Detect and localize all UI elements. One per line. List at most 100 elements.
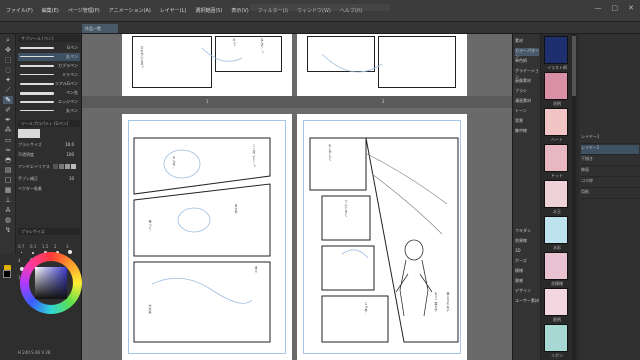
- material-category[interactable]: デザイン: [515, 288, 539, 296]
- brush-tool-icon[interactable]: ✒: [3, 116, 13, 124]
- saturation-value-square[interactable]: [35, 267, 67, 299]
- prop-value[interactable]: 10.0: [65, 142, 74, 147]
- layer-row[interactable]: 線画: [581, 167, 639, 177]
- menu-edit[interactable]: 編集(E): [42, 7, 59, 14]
- size-label[interactable]: 2: [54, 244, 57, 249]
- fill-tool-icon[interactable]: ◓: [3, 156, 13, 164]
- dialogue-text[interactable]: えっ？: [232, 38, 236, 64]
- panel[interactable]: [133, 183, 271, 257]
- wand-tool-icon[interactable]: ✦: [3, 76, 13, 84]
- dialogue-text[interactable]: 信じられない: [446, 292, 450, 340]
- blend-tool-icon[interactable]: ≈: [3, 146, 13, 154]
- menu-animation[interactable]: アニメーション(A): [109, 7, 151, 14]
- dialogue-text[interactable]: 大丈夫: [148, 304, 152, 340]
- brush-round-pen-2[interactable]: 丸ペン: [18, 107, 80, 115]
- material-category[interactable]: 効果線: [515, 238, 539, 246]
- prop-value[interactable]: 100: [66, 152, 74, 157]
- balloon-tool-icon[interactable]: ◍: [3, 216, 13, 224]
- size-dot[interactable]: [68, 250, 72, 254]
- panel[interactable]: [133, 137, 271, 195]
- menu-layer[interactable]: レイヤー(L): [160, 7, 187, 14]
- material-category[interactable]: 漫画素材: [515, 98, 539, 106]
- size-label[interactable]: 0.1: [30, 244, 36, 249]
- line-correction-tool-icon[interactable]: ↯: [3, 226, 13, 234]
- lasso-tool-icon[interactable]: ◌: [3, 66, 13, 74]
- pen-tool-icon[interactable]: ✎: [3, 96, 13, 104]
- size-dot[interactable]: [21, 252, 22, 253]
- size-label[interactable]: 0.7: [18, 244, 24, 249]
- text-tool-icon[interactable]: A: [3, 206, 13, 214]
- brush-real-gpen[interactable]: リアルGペン: [18, 80, 80, 88]
- material-thumbnail[interactable]: [544, 288, 568, 316]
- layer-row[interactable]: レイヤー2: [581, 145, 639, 155]
- brush-tip[interactable]: ペン先: [18, 89, 80, 97]
- zoom-tool-icon[interactable]: ⌕: [3, 36, 13, 44]
- material-category[interactable]: 質感: [515, 278, 539, 286]
- ruler-tool-icon[interactable]: ⟂: [3, 196, 13, 204]
- close-icon[interactable]: ✕: [628, 4, 634, 12]
- material-thumbnail[interactable]: [544, 36, 568, 64]
- menu-file[interactable]: ファイル(F): [6, 7, 33, 14]
- material-category[interactable]: トーン: [515, 108, 539, 116]
- material-thumbnail[interactable]: [544, 108, 568, 136]
- size-dot[interactable]: [32, 252, 34, 254]
- brush-maru-pen[interactable]: 丸ペン: [18, 53, 80, 61]
- material-category[interactable]: 集中線: [515, 128, 539, 136]
- foreground-color-swatch[interactable]: [3, 270, 11, 278]
- dialogue-text[interactable]: ほら: [254, 266, 258, 286]
- pencil-tool-icon[interactable]: ✐: [3, 106, 13, 114]
- brush-milli-pen[interactable]: ミリペン: [18, 71, 80, 79]
- brush-edge-pen[interactable]: エッジペン: [18, 98, 80, 106]
- material-thumbnail[interactable]: [544, 180, 568, 208]
- scrollbar-thumb[interactable]: [572, 36, 576, 96]
- dialogue-text[interactable]: じゃあ…: [364, 302, 368, 332]
- canvas-area[interactable]: 1 2 えっ？ なんで…？ だれかいるの？ そんな… ここは どこ…？ まさか …: [82, 34, 512, 360]
- dialogue-text[interactable]: ついてきて: [344, 200, 348, 230]
- gradient-tool-icon[interactable]: ▤: [3, 166, 13, 174]
- dialogue-text[interactable]: そんな…: [172, 156, 176, 192]
- material-thumbnail[interactable]: [544, 324, 568, 352]
- material-category[interactable]: グラデーション: [515, 68, 539, 79]
- material-thumbnail[interactable]: [544, 252, 568, 280]
- maximize-icon[interactable]: ▢: [612, 4, 619, 12]
- airbrush-tool-icon[interactable]: ⁂: [3, 126, 13, 134]
- thumbnail-scrollbar[interactable]: [572, 34, 576, 360]
- menu-view[interactable]: 表示(V): [231, 7, 248, 14]
- material-category[interactable]: フキダシ: [515, 228, 539, 236]
- material-category[interactable]: 3D: [515, 248, 539, 256]
- material-category[interactable]: 画像素材: [515, 78, 539, 86]
- material-category[interactable]: 素材: [515, 38, 539, 46]
- menu-selection[interactable]: 選択範囲(S): [195, 7, 222, 14]
- panel[interactable]: [321, 295, 389, 343]
- prop-opacity[interactable]: 不透明度 100: [18, 152, 80, 160]
- size-label[interactable]: 1.5: [42, 244, 48, 249]
- dialogue-text[interactable]: だれかいるの？: [140, 46, 144, 72]
- canvas-tab[interactable]: 作品一覧: [82, 24, 118, 33]
- panel[interactable]: [309, 137, 367, 191]
- material-category[interactable]: ポーズ: [515, 258, 539, 266]
- material-category[interactable]: カラーパターン: [515, 48, 539, 59]
- material-category[interactable]: 背景: [515, 118, 539, 126]
- prop-antialias[interactable]: アンチエイリアス: [18, 164, 80, 172]
- select-tool-icon[interactable]: ⬚: [3, 56, 13, 64]
- frame-tool-icon[interactable]: ▦: [3, 186, 13, 194]
- eyedropper-tool-icon[interactable]: ⟋: [3, 86, 13, 94]
- minimize-icon[interactable]: —: [595, 4, 602, 12]
- menu-page[interactable]: ページ管理(P): [68, 7, 100, 14]
- eraser-tool-icon[interactable]: ▭: [3, 136, 13, 144]
- material-category[interactable]: 単色柄: [515, 58, 539, 66]
- prop-value[interactable]: 10: [69, 176, 74, 181]
- dialogue-text[interactable]: まさか: [234, 204, 238, 234]
- figure-tool-icon[interactable]: □: [3, 176, 13, 184]
- brush-gpen[interactable]: Gペン: [18, 44, 80, 52]
- prop-brush-size[interactable]: ブラシサイズ 10.0: [18, 142, 80, 150]
- prop-vector-snap[interactable]: ベクター吸着: [18, 186, 80, 194]
- material-thumbnail[interactable]: [544, 72, 568, 100]
- prop-stabilization[interactable]: 手ブレ補正 10: [18, 176, 80, 184]
- move-tool-icon[interactable]: ✥: [3, 46, 13, 54]
- layer-row[interactable]: 下描き: [581, 156, 639, 166]
- material-thumbnail[interactable]: [544, 216, 568, 244]
- brush-kabura-pen[interactable]: カブラペン: [18, 62, 80, 70]
- layer-row[interactable]: レイヤー1: [581, 134, 639, 144]
- dialogue-text[interactable]: もう一度だけ: [434, 292, 438, 340]
